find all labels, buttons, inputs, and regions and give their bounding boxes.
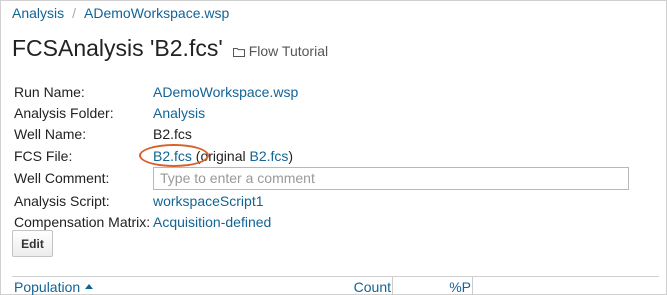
well-name-value: B2.fcs bbox=[153, 126, 192, 143]
properties-table: Run Name: ADemoWorkspace.wsp Analysis Fo… bbox=[14, 81, 629, 233]
count-header-label[interactable]: Count bbox=[354, 279, 391, 295]
page-title: FCSAnalysis 'B2.fcs' bbox=[12, 35, 223, 61]
folder-icon bbox=[232, 48, 245, 57]
column-header-count[interactable]: Count bbox=[310, 277, 393, 295]
breadcrumb-item-analysis[interactable]: Analysis bbox=[12, 5, 64, 21]
property-row-analysis-script: Analysis Script: workspaceScript1 bbox=[14, 190, 629, 211]
compensation-matrix-link[interactable]: Acquisition-defined bbox=[153, 214, 271, 230]
page-frame: Analysis / ADemoWorkspace.wsp FCSAnalysis … bbox=[0, 0, 667, 295]
analysis-folder-label: Analysis Folder: bbox=[14, 104, 114, 121]
breadcrumb: Analysis / ADemoWorkspace.wsp bbox=[12, 5, 229, 21]
property-row-well-name: Well Name: B2.fcs bbox=[14, 124, 629, 145]
well-comment-label: Well Comment: bbox=[14, 170, 110, 187]
folder-label: Flow Tutorial bbox=[248, 43, 329, 59]
title-row: FCSAnalysis 'B2.fcs' Flow Tutorial bbox=[12, 35, 328, 62]
edit-button[interactable]: Edit bbox=[12, 230, 53, 257]
population-header-label[interactable]: Population bbox=[14, 279, 80, 295]
analysis-folder-link[interactable]: Analysis bbox=[153, 105, 205, 121]
percent-parent-header-label[interactable]: %P bbox=[449, 279, 471, 295]
folder-link[interactable]: Flow Tutorial bbox=[232, 43, 329, 59]
property-row-run-name: Run Name: ADemoWorkspace.wsp bbox=[14, 81, 629, 102]
fcs-original-prefix: (original bbox=[195, 147, 250, 164]
analysis-script-label: Analysis Script: bbox=[14, 192, 110, 209]
property-row-analysis-folder: Analysis Folder: Analysis bbox=[14, 102, 629, 123]
fcs-file-link[interactable]: B2.fcs bbox=[153, 148, 192, 164]
analysis-script-link[interactable]: workspaceScript1 bbox=[153, 193, 264, 209]
population-grid-header: Population Count %P bbox=[12, 276, 659, 295]
compensation-matrix-label: Compensation Matrix: bbox=[14, 214, 151, 231]
well-comment-input[interactable] bbox=[153, 166, 629, 190]
property-row-compensation-matrix: Compensation Matrix: Acquisition-defined bbox=[14, 211, 629, 232]
sort-ascending-icon bbox=[85, 283, 94, 289]
column-header-percent-parent[interactable]: %P bbox=[393, 277, 473, 295]
property-row-fcs-file: FCS File: B2.fcs (original B2.fcs ) bbox=[14, 143, 629, 167]
run-name-label: Run Name: bbox=[14, 83, 85, 100]
column-header-population[interactable]: Population bbox=[12, 277, 310, 295]
breadcrumb-item-workspace[interactable]: ADemoWorkspace.wsp bbox=[84, 5, 229, 21]
run-name-link[interactable]: ADemoWorkspace.wsp bbox=[153, 84, 298, 100]
fcs-original-link[interactable]: B2.fcs bbox=[250, 148, 289, 164]
property-row-well-comment: Well Comment: bbox=[14, 166, 629, 190]
fcs-original-suffix: ) bbox=[288, 147, 294, 164]
fcs-file-label: FCS File: bbox=[14, 147, 73, 164]
well-name-label: Well Name: bbox=[14, 126, 87, 143]
breadcrumb-separator: / bbox=[72, 5, 77, 21]
fcs-file-highlight: B2.fcs bbox=[139, 143, 209, 167]
